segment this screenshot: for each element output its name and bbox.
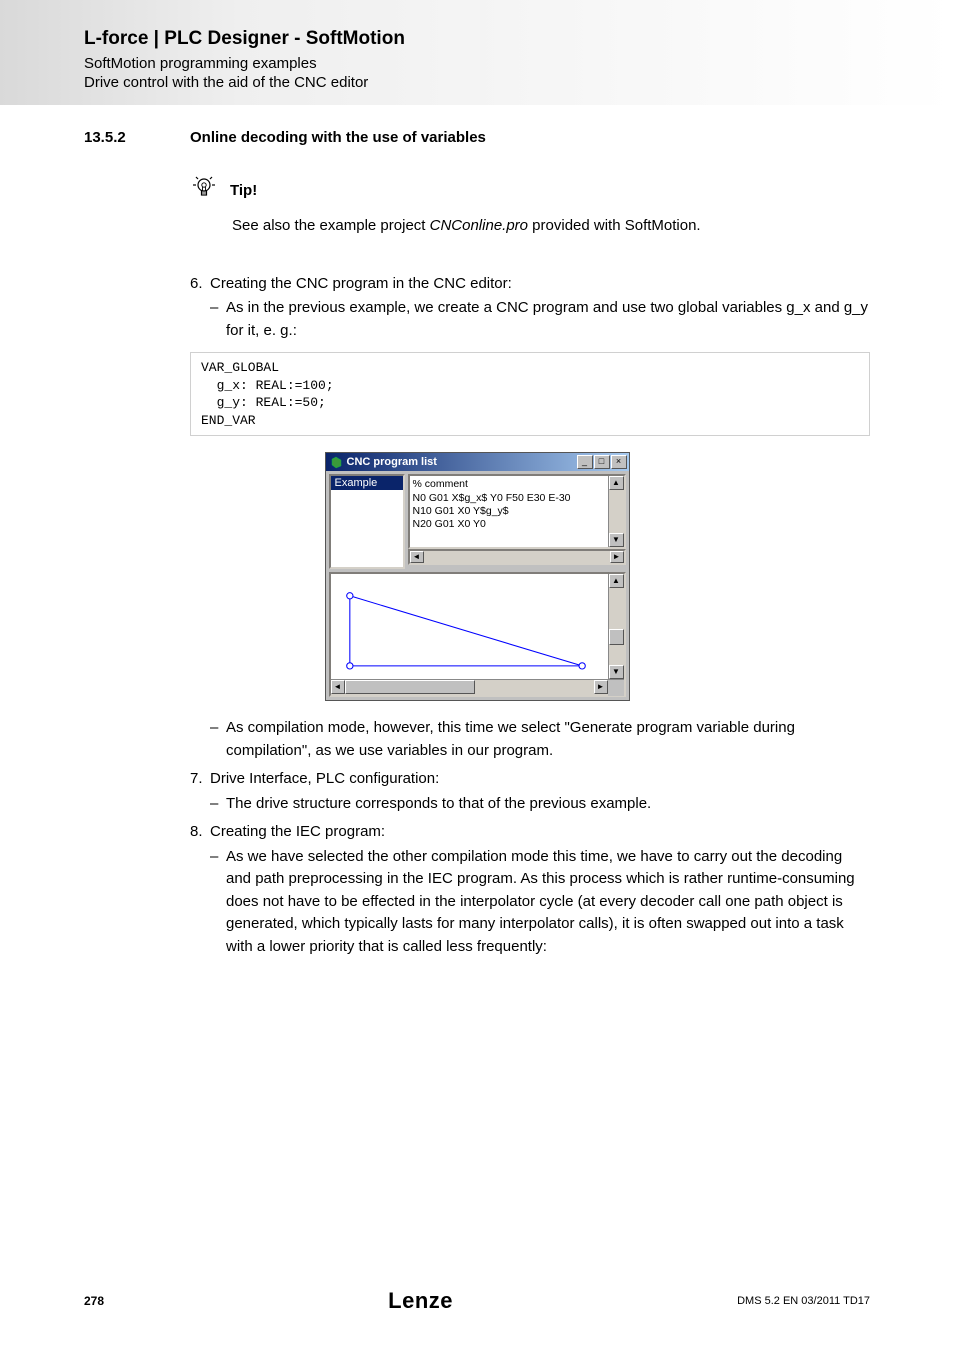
scroll-right-icon[interactable]: ► (594, 680, 608, 694)
lightbulb-icon (190, 174, 218, 207)
scroll-left-icon[interactable]: ◄ (331, 680, 345, 694)
doc-subtitle-2: Drive control with the aid of the CNC ed… (84, 74, 954, 91)
footer-meta: DMS 5.2 EN 03/2011 TD17 (737, 1295, 870, 1307)
list-item: 8. Creating the IEC program: (190, 821, 870, 844)
horizontal-scrollbar[interactable]: ◄ ► (331, 679, 624, 695)
horizontal-scrollbar[interactable]: ◄ ► (408, 549, 626, 565)
scroll-down-icon[interactable]: ▼ (609, 665, 624, 679)
code-block: VAR_GLOBAL g_x: REAL:=100; g_y: REAL:=50… (190, 352, 870, 436)
window-titlebar: CNC program list _ □ × (326, 453, 629, 471)
page-footer: 278 Lenze DMS 5.2 EN 03/2011 TD17 (84, 1288, 870, 1314)
scroll-left-icon[interactable]: ◄ (410, 551, 424, 563)
window-title: CNC program list (347, 456, 576, 468)
list-sub-item: – The drive structure corresponds to tha… (210, 793, 870, 816)
page-header: L-force | PLC Designer - SoftMotion Soft… (0, 0, 954, 91)
doc-subtitle-1: SoftMotion programming examples (84, 55, 954, 72)
minimize-button[interactable]: _ (577, 455, 593, 469)
list-sub-item: – As we have selected the other compilat… (210, 846, 870, 959)
vertical-scrollbar[interactable]: ▲ ▼ (608, 476, 624, 547)
scroll-down-icon[interactable]: ▼ (609, 533, 624, 547)
tip-label: Tip! (230, 182, 257, 199)
list-sub-item: – As compilation mode, however, this tim… (210, 717, 870, 762)
scroll-right-icon[interactable]: ► (610, 551, 624, 563)
lenze-logo: Lenze (388, 1288, 453, 1314)
section-title: Online decoding with the use of variable… (190, 129, 486, 146)
scroll-up-icon[interactable]: ▲ (609, 574, 624, 588)
path-preview[interactable]: ▲ ▼ ◄ ► (329, 572, 626, 697)
doc-title: L-force | PLC Designer - SoftMotion (84, 28, 954, 50)
maximize-button[interactable]: □ (594, 455, 610, 469)
scrollbar-thumb[interactable] (345, 680, 475, 694)
app-icon (330, 456, 343, 469)
tip-text: See also the example project CNConline.p… (232, 215, 870, 237)
cnc-editor-screenshot: CNC program list _ □ × Example % comment… (325, 452, 630, 701)
list-item-selected[interactable]: Example (331, 476, 403, 490)
section-heading: 13.5.2 Online decoding with the use of v… (84, 129, 870, 146)
code-editor[interactable]: % comment N0 G01 X$g_x$ Y0 F50 E30 E-30 … (408, 474, 626, 549)
scroll-up-icon[interactable]: ▲ (609, 476, 624, 490)
close-button[interactable]: × (611, 455, 627, 469)
section-number: 13.5.2 (84, 129, 190, 146)
list-sub-item: – As in the previous example, we create … (210, 297, 870, 342)
page-content: 13.5.2 Online decoding with the use of v… (0, 91, 954, 958)
vertical-scrollbar[interactable]: ▲ ▼ (608, 574, 624, 679)
scrollbar-thumb[interactable] (609, 629, 624, 645)
list-item: 6. Creating the CNC program in the CNC e… (190, 273, 870, 296)
list-item: 7. Drive Interface, PLC configuration: (190, 768, 870, 791)
program-list[interactable]: Example (329, 474, 405, 569)
tip-block: Tip! See also the example project CNConl… (190, 174, 870, 237)
page-number: 278 (84, 1294, 104, 1308)
